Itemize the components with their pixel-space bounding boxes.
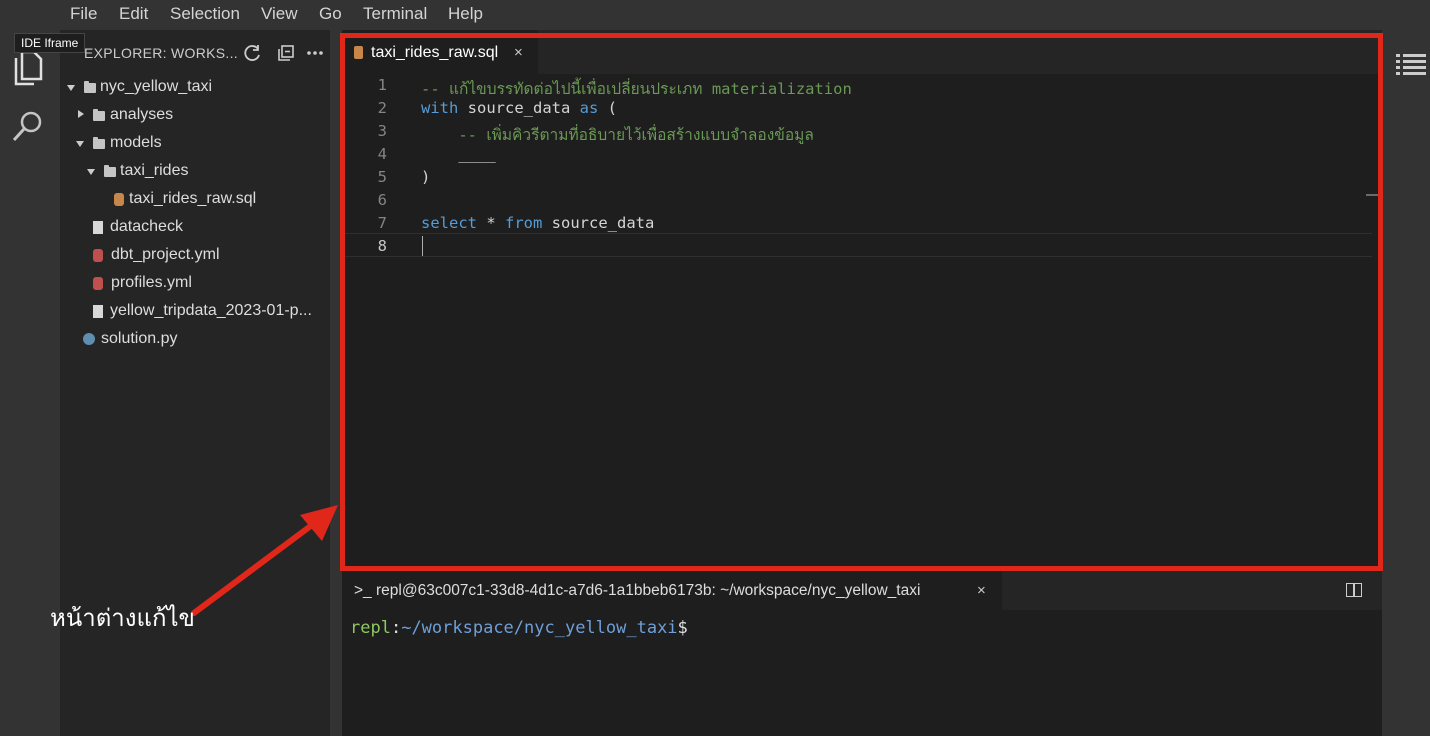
prompt-dollar: $ (677, 618, 688, 638)
file-icon (93, 221, 103, 234)
python-file-icon (83, 333, 95, 345)
tree-label: models (110, 134, 162, 151)
right-strip (1382, 30, 1430, 736)
tree-label: solution.py (101, 330, 178, 347)
folder-icon (84, 81, 96, 93)
prompt-separator: : (390, 618, 402, 638)
tree-label: taxi_rides (120, 162, 189, 179)
explorer-header: EXPLORER: WORKS... (60, 30, 330, 75)
terminal-icon: >_ (354, 582, 372, 599)
file-icon (93, 305, 103, 318)
menu-go[interactable]: Go (319, 4, 342, 24)
tree-folder-nyc-yellow-taxi[interactable]: nyc_yellow_taxi (60, 75, 330, 101)
folder-icon (93, 137, 105, 149)
terminal-tab-label: >_ repl@63c007c1-33d8-4d1c-a7d6-1a1bbeb6… (354, 582, 920, 600)
menu-terminal[interactable]: Terminal (363, 4, 427, 24)
split-terminal-icon[interactable] (1346, 583, 1362, 597)
search-icon[interactable] (10, 106, 46, 146)
menu-file[interactable]: File (70, 4, 97, 24)
editor-highlight-box (340, 33, 1383, 571)
iframe-tooltip: IDE Iframe (14, 33, 86, 53)
chevron-right-icon (78, 110, 84, 118)
tree-label: datacheck (110, 218, 183, 235)
tree-file-profiles-yml[interactable]: profiles.yml (60, 271, 330, 297)
tree-folder-models[interactable]: models (60, 131, 330, 157)
terminal-tabs: >_ repl@63c007c1-33d8-4d1c-a7d6-1a1bbeb6… (342, 570, 1382, 610)
terminal-prompt[interactable]: repl:~/workspace/nyc_yellow_taxi$ (350, 618, 688, 638)
chevron-down-icon (76, 141, 84, 147)
yaml-file-icon (93, 249, 103, 262)
tree-label: analyses (110, 106, 174, 123)
terminal-panel[interactable]: >_ repl@63c007c1-33d8-4d1c-a7d6-1a1bbeb6… (342, 570, 1382, 736)
tree-folder-analyses[interactable]: analyses (60, 103, 330, 129)
tree-label: dbt_project.yml (111, 246, 220, 263)
folder-icon (104, 165, 116, 177)
explorer-title: EXPLORER: WORKS... (84, 45, 238, 61)
folder-icon (93, 109, 105, 121)
tree-label: nyc_yellow_taxi (100, 78, 213, 95)
chevron-down-icon (67, 85, 75, 91)
terminal-title: repl@63c007c1-33d8-4d1c-a7d6-1a1bbeb6173… (376, 582, 921, 599)
tree-label: yellow_tripdata_2023-01-p... (110, 302, 312, 319)
tree-file-solution-py[interactable]: solution.py (60, 327, 330, 353)
menu-help[interactable]: Help (448, 4, 483, 24)
tree-label: taxi_rides_raw.sql (129, 190, 257, 207)
tree-file-dbt-project-yml[interactable]: dbt_project.yml (60, 243, 330, 269)
tree-folder-taxi-rides[interactable]: taxi_rides (60, 159, 330, 185)
refresh-icon[interactable] (243, 43, 263, 63)
prompt-user: repl (350, 618, 391, 638)
files-icon[interactable] (10, 48, 46, 88)
menu-bar: File Edit Selection View Go Terminal Hel… (0, 0, 1430, 30)
tree-file-taxi-rides-raw-sql[interactable]: taxi_rides_raw.sql (60, 187, 330, 213)
tree-label: profiles.yml (111, 274, 192, 291)
tree-file-yellow-tripdata[interactable]: yellow_tripdata_2023-01-p... (60, 299, 330, 325)
list-icon[interactable] (1396, 54, 1426, 76)
terminal-tab[interactable]: >_ repl@63c007c1-33d8-4d1c-a7d6-1a1bbeb6… (342, 570, 1002, 610)
database-file-icon (114, 193, 124, 206)
menu-view[interactable]: View (261, 4, 298, 24)
menu-edit[interactable]: Edit (119, 4, 148, 24)
close-icon[interactable]: × (977, 582, 986, 599)
menu-selection[interactable]: Selection (170, 4, 240, 24)
tree-file-datacheck[interactable]: datacheck (60, 215, 330, 241)
annotation-arrow (191, 505, 338, 616)
prompt-path: ~/workspace/nyc_yellow_taxi (401, 618, 678, 638)
annotation-label: หน้าต่างแก้ไข (50, 605, 195, 632)
yaml-file-icon (93, 277, 103, 290)
more-actions-icon[interactable] (305, 43, 325, 63)
collapse-all-icon[interactable] (276, 43, 296, 63)
chevron-down-icon (87, 169, 95, 175)
